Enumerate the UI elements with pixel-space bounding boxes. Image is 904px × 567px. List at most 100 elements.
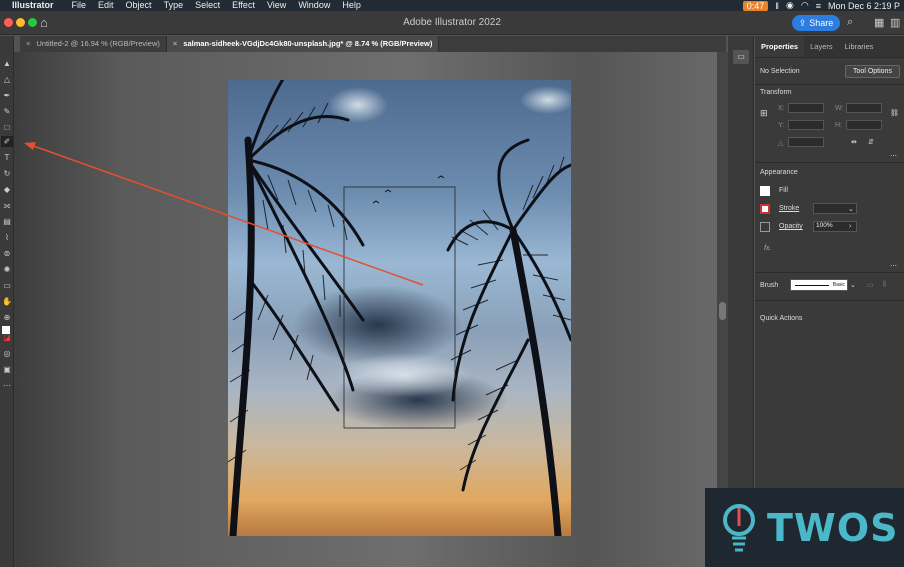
menu-select[interactable]: Select (195, 0, 220, 11)
brush-value: Basic (832, 282, 845, 288)
stroke-swatch[interactable]: ◪ (1, 332, 13, 343)
symbol-sprayer-tool-icon[interactable]: ✺ (1, 264, 13, 275)
tools-panel: ▲ △ ✒ ✎ □ ✐ T ↻ ◆ ⟗ ▤ ⌇ ⊚ ✺ ▭ ✋ ⊕ ◪ ◎ ▣ … (0, 36, 14, 567)
clock[interactable]: Mon Dec 6 2:19 P (828, 1, 900, 11)
menu-help[interactable]: Help (342, 0, 361, 11)
brush-options-icon[interactable]: ▭ (867, 281, 874, 289)
reference-point-icon[interactable]: ⊞ (760, 108, 768, 119)
twos-watermark: TWOS (705, 488, 904, 567)
draw-mode-icon[interactable]: ◎ (1, 348, 13, 359)
divider (755, 272, 904, 273)
divider (755, 162, 904, 163)
control-center-icon[interactable]: ≡ (816, 1, 821, 11)
eyedropper-tool-icon[interactable]: ⌇ (1, 232, 13, 243)
menu-app-name[interactable]: Illustrator (12, 0, 54, 11)
width-tool-icon[interactable]: ⟗ (1, 200, 13, 211)
divider (755, 84, 904, 85)
panel-toggle-icon[interactable]: ▥ (890, 16, 900, 29)
palm-trees-silhouette (228, 80, 571, 536)
chevron-right-icon[interactable]: › (849, 223, 851, 230)
pen-tool-icon[interactable]: ✒ (1, 90, 13, 101)
menu-file[interactable]: File (72, 0, 87, 11)
tab-layers[interactable]: Layers (804, 36, 839, 57)
blend-tool-icon[interactable]: ⊚ (1, 248, 13, 259)
rotate-input[interactable] (788, 137, 824, 147)
brush-stroke-preview (795, 285, 829, 286)
paintbrush-tool-icon[interactable]: ✐ (1, 136, 13, 147)
more-options-icon[interactable]: ⋯ (890, 262, 897, 270)
tab-close-icon[interactable]: × (173, 39, 177, 48)
chevron-down-icon[interactable]: ⌄ (850, 281, 856, 289)
flip-vertical-icon[interactable]: ⇵ (868, 138, 874, 146)
menu-object[interactable]: Object (126, 0, 152, 11)
x-label: X: (778, 105, 785, 112)
menu-bar: Illustrator File Edit Object Type Select… (0, 0, 904, 11)
quick-actions-title: Quick Actions (760, 315, 803, 322)
y-input[interactable] (788, 120, 824, 130)
share-button[interactable]: ⇪ Share (792, 15, 840, 31)
pause-icon[interactable]: ‖ (775, 1, 779, 11)
watermark-text: TWOS (767, 505, 899, 550)
type-tool-icon[interactable]: T (1, 152, 13, 163)
menu-window[interactable]: Window (298, 0, 330, 11)
brush-library-icon[interactable]: ⫼ (883, 281, 886, 289)
screen-mode-icon[interactable]: ▣ (1, 364, 13, 375)
menu-type[interactable]: Type (164, 0, 184, 11)
stroke-label[interactable]: Stroke (779, 205, 799, 212)
stroke-color-swatch[interactable] (760, 204, 770, 214)
rotate-tool-icon[interactable]: ↻ (1, 168, 13, 179)
tab-photo-document[interactable]: × salman-sidheek-VGdjDc4Gk80-unsplash.jpg… (166, 36, 440, 52)
h-label: H: (835, 122, 842, 129)
divider (755, 300, 904, 301)
zoom-tool-icon[interactable]: ⊕ (1, 312, 13, 323)
opacity-label[interactable]: Opacity (779, 223, 803, 230)
w-input[interactable] (846, 103, 882, 113)
appearance-title: Appearance (760, 169, 798, 176)
battery-badge[interactable]: 0:47 (742, 0, 769, 11)
menu-view[interactable]: View (267, 0, 286, 11)
fx-label[interactable]: fx. (764, 245, 771, 252)
hand-tool-icon[interactable]: ✋ (1, 296, 13, 307)
gradient-tool-icon[interactable]: ▤ (1, 216, 13, 227)
chevron-down-icon[interactable]: ⌄ (848, 205, 854, 213)
menu-effect[interactable]: Effect (232, 0, 255, 11)
scrollbar-thumb[interactable] (719, 302, 726, 320)
window-title: Adobe Illustrator 2022 (403, 17, 501, 28)
more-tools-icon[interactable]: ⋯ (1, 380, 13, 391)
rectangle-tool-icon[interactable]: □ (1, 122, 13, 133)
status-area: 0:47 ‖ ◉ ◠ ≡ Mon Dec 6 2:19 P (742, 0, 904, 11)
y-label: Y: (778, 122, 785, 129)
brush-dropdown[interactable]: Basic (790, 279, 848, 291)
tab-untitled-2[interactable]: × Untitled-2 @ 16.94 % (RGB/Preview) (20, 36, 167, 52)
more-options-icon[interactable]: ⋯ (890, 152, 897, 160)
brush-label: Brush (760, 282, 779, 289)
selection-tool-icon[interactable]: ▲ (1, 58, 13, 69)
graph-tool-icon[interactable]: ▭ (1, 280, 13, 291)
h-input[interactable] (846, 120, 882, 130)
tool-options-button[interactable]: Tool Options (845, 65, 900, 78)
fill-color-swatch[interactable] (760, 186, 770, 196)
share-label: Share (809, 18, 834, 28)
selection-status: No Selection (760, 68, 800, 75)
comments-icon[interactable]: ▭ (733, 50, 749, 64)
eraser-tool-icon[interactable]: ◆ (1, 184, 13, 195)
curvature-tool-icon[interactable]: ✎ (1, 106, 13, 117)
opacity-icon (760, 222, 770, 232)
window-titlebar: ⌂ Adobe Illustrator 2022 ⇪ Share ⌕ ▦ ▥ (0, 11, 904, 35)
constrain-proportions-icon[interactable]: ⛓ (890, 109, 899, 117)
direct-selection-tool-icon[interactable]: △ (1, 74, 13, 85)
tab-libraries[interactable]: Libraries (839, 36, 880, 57)
share-icon: ⇪ (798, 17, 807, 28)
flip-horizontal-icon[interactable]: ⇹ (851, 138, 857, 146)
tab-close-icon[interactable]: × (26, 39, 30, 48)
tab-properties[interactable]: Properties (755, 36, 805, 57)
wifi-icon[interactable]: ◠ (801, 0, 809, 11)
search-icon[interactable]: ⌕ (847, 16, 853, 29)
placed-photo[interactable] (228, 80, 571, 536)
panel-tabs: Properties Layers Libraries (755, 36, 904, 58)
arrange-documents-icon[interactable]: ▦ (874, 16, 884, 29)
menu-edit[interactable]: Edit (98, 0, 114, 11)
transform-title: Transform (760, 89, 792, 96)
record-icon[interactable]: ◉ (786, 0, 794, 11)
x-input[interactable] (788, 103, 824, 113)
